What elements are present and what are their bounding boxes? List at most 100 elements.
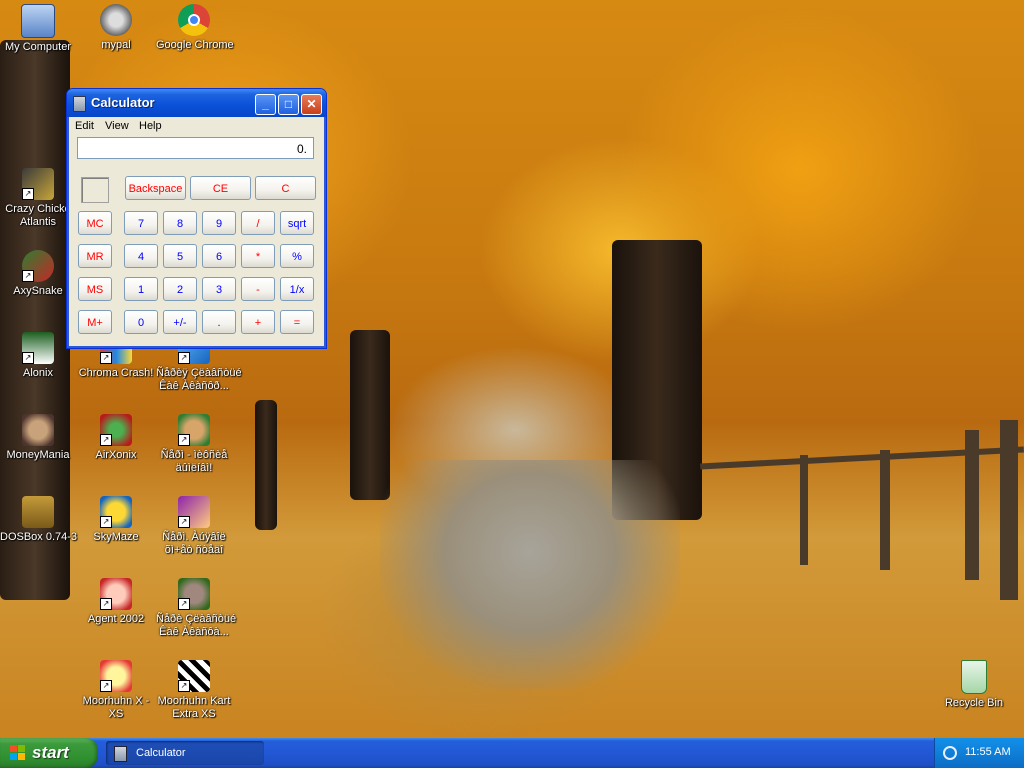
system-tray: 11:55 AM	[934, 738, 1024, 768]
clock[interactable]: 11:55 AM	[965, 746, 1011, 758]
decimal-point-button[interactable]: .	[202, 310, 236, 334]
desktop-icon-my-computer[interactable]: My Computer	[0, 4, 76, 54]
desktop-icon-moorhuhn-kart[interactable]: ↗ Moorhuhn Kart Extra XS	[156, 660, 232, 721]
game-icon: ↗	[178, 496, 210, 528]
menu-edit[interactable]: Edit	[75, 120, 94, 132]
desktop-icon-label: My Computer	[4, 41, 72, 53]
sign-toggle-button[interactable]: +/-	[163, 310, 197, 334]
digit-0-button[interactable]: 0	[124, 310, 158, 334]
start-label: start	[32, 743, 69, 762]
desktop-icon-moneymania[interactable]: MoneyMania	[0, 414, 76, 462]
digit-8-button[interactable]: 8	[163, 211, 197, 235]
desktop-icon-label: DOSBox 0.74-3	[0, 531, 78, 543]
calculator-app-icon	[114, 746, 127, 762]
calculator-display: 0.	[77, 137, 314, 159]
leaf-path	[380, 460, 680, 690]
calculator-app-icon	[73, 96, 86, 112]
computer-icon	[21, 4, 55, 38]
sqrt-button[interactable]: sqrt	[280, 211, 314, 235]
add-button[interactable]: +	[241, 310, 275, 334]
desktop-icon-label: Ñåðèÿ Çëàâñòüé Êàê Àêàñôð...	[156, 367, 242, 392]
desktop-icon-label: Recycle Bin	[944, 697, 1004, 709]
desktop-icon-label: Moorhuhn X - XS	[82, 695, 150, 720]
digit-4-button[interactable]: 4	[124, 244, 158, 268]
memory-clear-button[interactable]: MC	[78, 211, 112, 235]
fence-post	[1000, 420, 1018, 600]
digit-5-button[interactable]: 5	[163, 244, 197, 268]
desktop-icon-label: Ñåðì. Àúÿâîë õì+åò ñòåäî	[162, 531, 226, 556]
reciprocal-button[interactable]: 1/x	[280, 277, 314, 301]
game-icon: ↗	[178, 578, 210, 610]
desktop-icon-game-3[interactable]: ↗ Ñåðì. Àúÿâîë õì+åò ñòåäî	[156, 496, 232, 557]
divide-button[interactable]: /	[241, 211, 275, 235]
airxonix-icon: ↗	[100, 414, 132, 446]
sync-icon[interactable]	[943, 746, 957, 760]
digit-3-button[interactable]: 3	[202, 277, 236, 301]
menu-help[interactable]: Help	[139, 120, 162, 132]
desktop-icon-label: MoneyMania	[6, 449, 70, 461]
fence-post	[880, 450, 890, 570]
taskbar: start Calculator 11:55 AM	[0, 738, 1024, 768]
menu-bar: Edit View Help	[67, 117, 326, 137]
desktop-icon-axysnake[interactable]: ↗ AxySnake	[0, 250, 76, 298]
moneymania-icon	[22, 414, 54, 446]
dosbox-icon	[22, 496, 54, 528]
desktop-icon-label: Moorhuhn Kart Extra XS	[157, 695, 231, 720]
equals-button[interactable]: =	[280, 310, 314, 334]
desktop-icon-airxonix[interactable]: ↗ AirXonix	[78, 414, 154, 462]
desktop-icon-label: Google Chrome	[156, 39, 234, 51]
desktop-icon-label: Alonix	[23, 367, 53, 379]
desktop-icon-google-chrome[interactable]: Google Chrome	[156, 4, 234, 52]
start-button[interactable]: start	[0, 738, 98, 768]
title-bar[interactable]: Calculator _ □ ✕	[67, 89, 326, 117]
desktop-icon-dosbox[interactable]: DOSBox 0.74-3	[0, 496, 78, 544]
desktop-icon-skymaze[interactable]: ↗ SkyMaze	[78, 496, 154, 544]
desktop-icon-label: mypal	[101, 39, 131, 51]
percent-button[interactable]: %	[280, 244, 314, 268]
multiply-button[interactable]: *	[241, 244, 275, 268]
menu-view[interactable]: View	[105, 120, 129, 132]
clear-button[interactable]: C	[255, 176, 316, 200]
memory-indicator	[81, 177, 109, 203]
taskbar-item-label: Calculator	[136, 747, 186, 759]
digit-6-button[interactable]: 6	[202, 244, 236, 268]
tree-trunk-small	[255, 400, 277, 530]
windows-logo-icon	[10, 745, 26, 761]
desktop-icon-label: AxySnake	[13, 285, 63, 297]
desktop-icon-agent-2002[interactable]: ↗ Agent 2002	[78, 578, 154, 626]
memory-recall-button[interactable]: MR	[78, 244, 112, 268]
close-button[interactable]: ✕	[301, 94, 322, 115]
fence-post	[800, 455, 808, 565]
fence-post	[965, 430, 979, 580]
minimize-button[interactable]: _	[255, 94, 276, 115]
desktop-icon-mypal[interactable]: mypal	[78, 4, 154, 52]
game-icon: ↗	[178, 414, 210, 446]
desktop-icon-moorhuhn-x[interactable]: ↗ Moorhuhn X - XS	[78, 660, 154, 721]
maximize-button[interactable]: □	[278, 94, 299, 115]
alonix-icon: ↗	[22, 332, 54, 364]
desktop-icon-crazy-chicken[interactable]: ↗ Crazy Chicke Atlantis	[0, 168, 76, 229]
desktop-icon-recycle-bin[interactable]: Recycle Bin	[936, 660, 1012, 710]
axysnake-icon: ↗	[22, 250, 54, 282]
desktop-icon-alonix[interactable]: ↗ Alonix	[0, 332, 76, 380]
memory-add-button[interactable]: M+	[78, 310, 112, 334]
desktop-icon-label: AirXonix	[95, 449, 137, 461]
digit-7-button[interactable]: 7	[124, 211, 158, 235]
clear-entry-button[interactable]: CE	[190, 176, 251, 200]
desktop-icon-label: Ñåðè Çëàâñòüé Êàê Àêàñôà...	[156, 613, 237, 638]
desktop-icon-game-2[interactable]: ↗ Ñåðì - ìèôñèå äûìëíâì!	[156, 414, 232, 475]
digit-1-button[interactable]: 1	[124, 277, 158, 301]
backspace-button[interactable]: Backspace	[125, 176, 186, 200]
memory-store-button[interactable]: MS	[78, 277, 112, 301]
desktop-icon-label: Agent 2002	[87, 613, 145, 625]
taskbar-item-calculator[interactable]: Calculator	[106, 741, 264, 765]
crazy-chicken-icon: ↗	[22, 168, 54, 200]
subtract-button[interactable]: -	[241, 277, 275, 301]
digit-2-button[interactable]: 2	[163, 277, 197, 301]
digit-9-button[interactable]: 9	[202, 211, 236, 235]
desktop-icon-label: Chroma Crash!	[78, 367, 154, 379]
recycle-bin-icon	[961, 660, 987, 694]
window-title: Calculator	[91, 95, 155, 110]
agent-icon: ↗	[100, 578, 132, 610]
desktop-icon-game-4[interactable]: ↗ Ñåðè Çëàâñòüé Êàê Àêàñôà...	[156, 578, 237, 639]
